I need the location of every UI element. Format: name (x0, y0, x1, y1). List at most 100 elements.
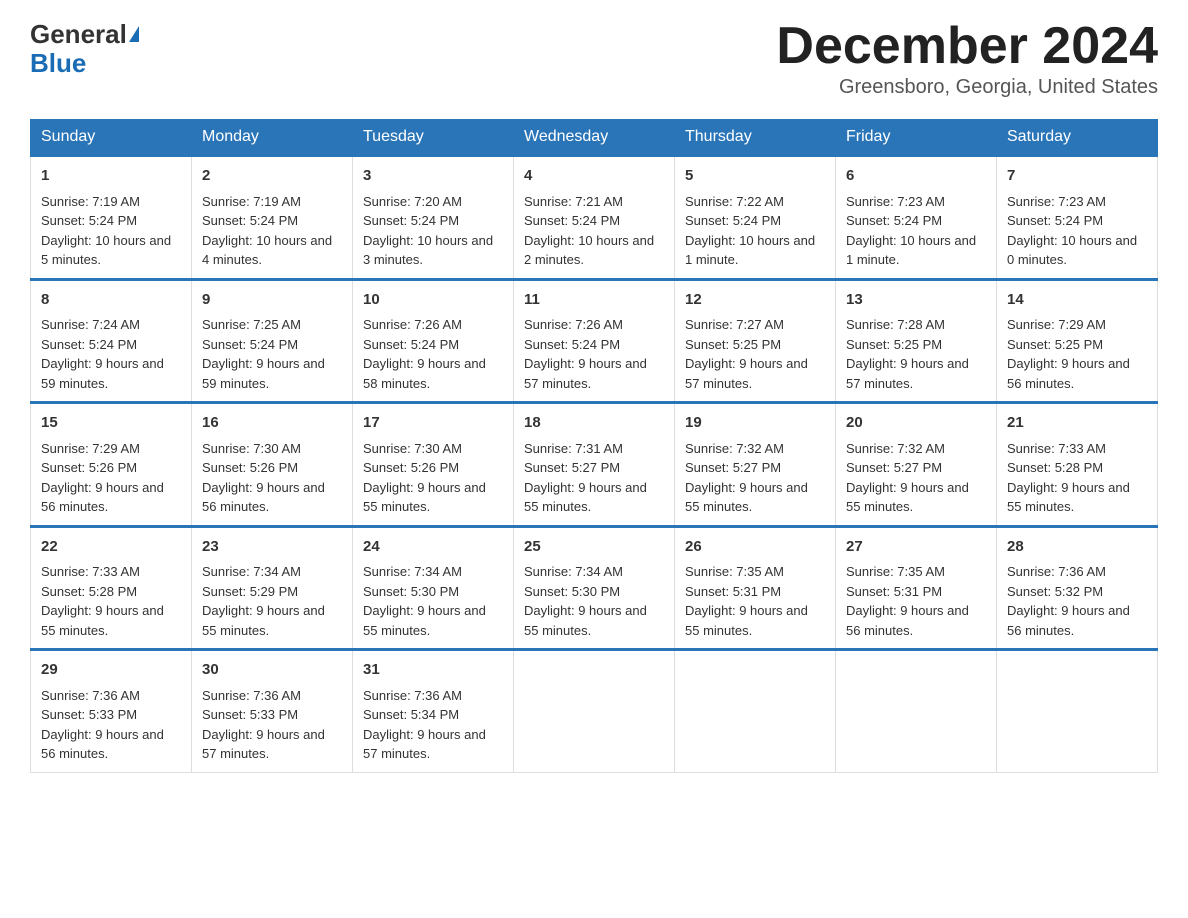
calendar-cell: 20 Sunrise: 7:32 AMSunset: 5:27 PMDayligh… (836, 403, 997, 527)
calendar-cell: 6Sunrise: 7:23 AMSunset: 5:24 PMDaylight… (836, 156, 997, 280)
calendar-cell: 30 Sunrise: 7:36 AMSunset: 5:33 PMDayligh… (192, 650, 353, 773)
day-number: 17 (363, 412, 503, 435)
day-info: Sunrise: 7:36 AMSunset: 5:32 PMDaylight:… (1007, 564, 1130, 638)
month-title: December 2024 (776, 20, 1158, 72)
day-info: Sunrise: 7:19 AMSunset: 5:24 PMDaylight:… (41, 194, 171, 268)
day-info: Sunrise: 7:20 AMSunset: 5:24 PMDaylight:… (363, 194, 493, 268)
day-number: 25 (524, 536, 664, 559)
calendar-week-3: 15 Sunrise: 7:29 AMSunset: 5:26 PMDayligh… (31, 403, 1158, 527)
day-number: 7 (1007, 165, 1147, 188)
day-info: Sunrise: 7:26 AMSunset: 5:24 PMDaylight:… (363, 317, 486, 391)
day-info: Sunrise: 7:35 AMSunset: 5:31 PMDaylight:… (846, 564, 969, 638)
day-info: Sunrise: 7:34 AMSunset: 5:30 PMDaylight:… (524, 564, 647, 638)
calendar-cell: 14 Sunrise: 7:29 AMSunset: 5:25 PMDayligh… (997, 279, 1158, 403)
day-info: Sunrise: 7:23 AMSunset: 5:24 PMDaylight:… (846, 194, 976, 268)
header-day-friday: Friday (836, 120, 997, 156)
day-number: 23 (202, 536, 342, 559)
day-info: Sunrise: 7:28 AMSunset: 5:25 PMDaylight:… (846, 317, 969, 391)
calendar-cell: 23 Sunrise: 7:34 AMSunset: 5:29 PMDayligh… (192, 526, 353, 650)
calendar-cell (997, 650, 1158, 773)
day-number: 4 (524, 165, 664, 188)
logo: General Blue (30, 20, 139, 77)
calendar-cell: 29Sunrise: 7:36 AMSunset: 5:33 PMDayligh… (31, 650, 192, 773)
day-info: Sunrise: 7:19 AMSunset: 5:24 PMDaylight:… (202, 194, 332, 268)
header-day-tuesday: Tuesday (353, 120, 514, 156)
calendar-cell: 27 Sunrise: 7:35 AMSunset: 5:31 PMDayligh… (836, 526, 997, 650)
logo-blue-text: Blue (30, 48, 86, 78)
day-number: 5 (685, 165, 825, 188)
day-number: 19 (685, 412, 825, 435)
day-info: Sunrise: 7:35 AMSunset: 5:31 PMDaylight:… (685, 564, 808, 638)
day-info: Sunrise: 7:30 AMSunset: 5:26 PMDaylight:… (363, 441, 486, 515)
day-info: Sunrise: 7:36 AMSunset: 5:33 PMDaylight:… (41, 688, 164, 762)
logo-triangle-icon (129, 26, 139, 42)
calendar-cell: 10 Sunrise: 7:26 AMSunset: 5:24 PMDayligh… (353, 279, 514, 403)
day-number: 14 (1007, 289, 1147, 312)
calendar-cell: 8 Sunrise: 7:24 AMSunset: 5:24 PMDaylight… (31, 279, 192, 403)
calendar-cell: 2 Sunrise: 7:19 AMSunset: 5:24 PMDaylight… (192, 156, 353, 280)
day-info: Sunrise: 7:34 AMSunset: 5:30 PMDaylight:… (363, 564, 486, 638)
day-number: 16 (202, 412, 342, 435)
day-number: 15 (41, 412, 181, 435)
day-number: 31 (363, 659, 503, 682)
calendar-cell (514, 650, 675, 773)
calendar-cell: 28 Sunrise: 7:36 AMSunset: 5:32 PMDayligh… (997, 526, 1158, 650)
day-number: 22 (41, 536, 181, 559)
logo-general-text: General (30, 20, 127, 49)
calendar-cell: 7Sunrise: 7:23 AMSunset: 5:24 PMDaylight… (997, 156, 1158, 280)
day-info: Sunrise: 7:24 AMSunset: 5:24 PMDaylight:… (41, 317, 164, 391)
header-day-thursday: Thursday (675, 120, 836, 156)
calendar-cell: 9 Sunrise: 7:25 AMSunset: 5:24 PMDaylight… (192, 279, 353, 403)
day-number: 12 (685, 289, 825, 312)
header-day-saturday: Saturday (997, 120, 1158, 156)
day-info: Sunrise: 7:31 AMSunset: 5:27 PMDaylight:… (524, 441, 647, 515)
calendar-cell: 16Sunrise: 7:30 AMSunset: 5:26 PMDayligh… (192, 403, 353, 527)
calendar-week-2: 8 Sunrise: 7:24 AMSunset: 5:24 PMDaylight… (31, 279, 1158, 403)
calendar-cell: 25 Sunrise: 7:34 AMSunset: 5:30 PMDayligh… (514, 526, 675, 650)
day-number: 1 (41, 165, 181, 188)
location-subtitle: Greensboro, Georgia, United States (776, 76, 1158, 99)
calendar-cell (675, 650, 836, 773)
day-number: 8 (41, 289, 181, 312)
day-info: Sunrise: 7:29 AMSunset: 5:25 PMDaylight:… (1007, 317, 1130, 391)
day-number: 9 (202, 289, 342, 312)
day-info: Sunrise: 7:25 AMSunset: 5:24 PMDaylight:… (202, 317, 325, 391)
day-info: Sunrise: 7:29 AMSunset: 5:26 PMDaylight:… (41, 441, 164, 515)
calendar-header-row: SundayMondayTuesdayWednesdayThursdayFrid… (31, 120, 1158, 156)
day-number: 26 (685, 536, 825, 559)
calendar-cell: 11Sunrise: 7:26 AMSunset: 5:24 PMDayligh… (514, 279, 675, 403)
day-info: Sunrise: 7:34 AMSunset: 5:29 PMDaylight:… (202, 564, 325, 638)
calendar-cell: 12 Sunrise: 7:27 AMSunset: 5:25 PMDayligh… (675, 279, 836, 403)
calendar-cell: 4 Sunrise: 7:21 AMSunset: 5:24 PMDaylight… (514, 156, 675, 280)
day-info: Sunrise: 7:32 AMSunset: 5:27 PMDaylight:… (685, 441, 808, 515)
calendar-cell (836, 650, 997, 773)
calendar-week-1: 1 Sunrise: 7:19 AMSunset: 5:24 PMDaylight… (31, 156, 1158, 280)
day-info: Sunrise: 7:33 AMSunset: 5:28 PMDaylight:… (1007, 441, 1130, 515)
day-info: Sunrise: 7:33 AMSunset: 5:28 PMDaylight:… (41, 564, 164, 638)
day-number: 2 (202, 165, 342, 188)
calendar-cell: 26 Sunrise: 7:35 AMSunset: 5:31 PMDayligh… (675, 526, 836, 650)
calendar-week-5: 29Sunrise: 7:36 AMSunset: 5:33 PMDayligh… (31, 650, 1158, 773)
day-number: 18 (524, 412, 664, 435)
day-number: 30 (202, 659, 342, 682)
day-number: 10 (363, 289, 503, 312)
day-number: 13 (846, 289, 986, 312)
day-number: 27 (846, 536, 986, 559)
day-number: 20 (846, 412, 986, 435)
day-number: 28 (1007, 536, 1147, 559)
day-info: Sunrise: 7:32 AMSunset: 5:27 PMDaylight:… (846, 441, 969, 515)
day-info: Sunrise: 7:27 AMSunset: 5:25 PMDaylight:… (685, 317, 808, 391)
calendar-cell: 5Sunrise: 7:22 AMSunset: 5:24 PMDaylight… (675, 156, 836, 280)
page-header: General Blue December 2024 Greensboro, G… (30, 20, 1158, 99)
header-day-wednesday: Wednesday (514, 120, 675, 156)
calendar-cell: 1 Sunrise: 7:19 AMSunset: 5:24 PMDaylight… (31, 156, 192, 280)
calendar-cell: 24Sunrise: 7:34 AMSunset: 5:30 PMDayligh… (353, 526, 514, 650)
calendar-cell: 21Sunrise: 7:33 AMSunset: 5:28 PMDayligh… (997, 403, 1158, 527)
day-info: Sunrise: 7:36 AMSunset: 5:34 PMDaylight:… (363, 688, 486, 762)
day-info: Sunrise: 7:21 AMSunset: 5:24 PMDaylight:… (524, 194, 654, 268)
day-info: Sunrise: 7:36 AMSunset: 5:33 PMDaylight:… (202, 688, 325, 762)
day-number: 11 (524, 289, 664, 312)
calendar-cell: 19 Sunrise: 7:32 AMSunset: 5:27 PMDayligh… (675, 403, 836, 527)
day-number: 3 (363, 165, 503, 188)
calendar-cell: 15 Sunrise: 7:29 AMSunset: 5:26 PMDayligh… (31, 403, 192, 527)
